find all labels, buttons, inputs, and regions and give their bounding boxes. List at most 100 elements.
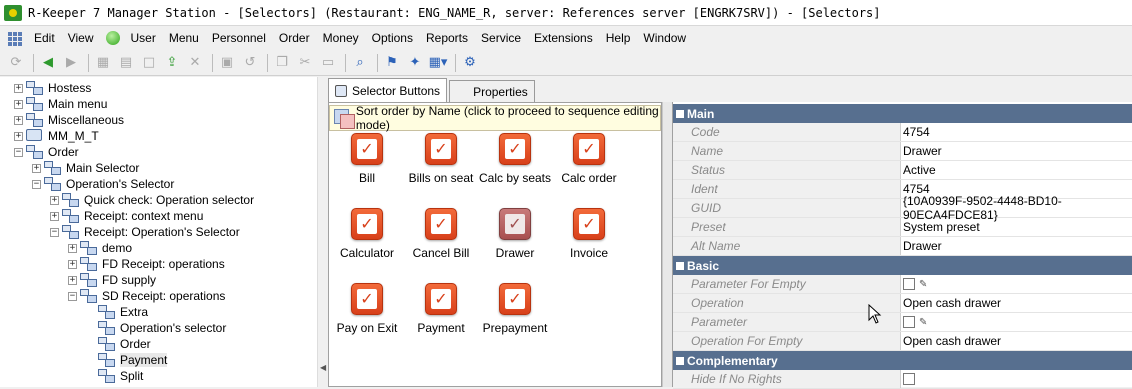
property-value-cell[interactable]: Open cash drawer bbox=[901, 332, 1132, 350]
property-row[interactable]: Preset System preset bbox=[673, 218, 1132, 237]
status-green-icon[interactable] bbox=[106, 31, 121, 45]
forward-icon[interactable]: ▶ bbox=[61, 53, 81, 73]
menu-personnel[interactable]: Personnel bbox=[212, 31, 266, 45]
delete-icon[interactable]: ✕ bbox=[185, 53, 205, 73]
property-value-cell[interactable]: 4754 bbox=[901, 123, 1132, 141]
menu-window[interactable]: Window bbox=[643, 31, 686, 45]
property-checkbox[interactable] bbox=[903, 278, 915, 290]
property-checkbox[interactable] bbox=[903, 373, 915, 385]
menu-service[interactable]: Service bbox=[481, 31, 521, 45]
property-value-cell[interactable]: Drawer bbox=[901, 237, 1132, 255]
tab-properties[interactable]: Properties bbox=[449, 80, 1132, 200]
selector-button[interactable]: ✓ Prepayment bbox=[477, 283, 553, 355]
menu-options[interactable]: Options bbox=[372, 31, 413, 45]
property-row[interactable]: Parameter ✎ bbox=[673, 313, 1132, 332]
tree-node[interactable]: + Main Selector bbox=[32, 160, 139, 176]
scroll-left-arrow-icon[interactable]: ◀ bbox=[320, 363, 326, 372]
menu-order[interactable]: Order bbox=[279, 31, 310, 45]
property-row[interactable]: Parameter For Empty ✎ bbox=[673, 275, 1132, 294]
section-basic[interactable]: Basic bbox=[673, 256, 1132, 275]
app-grid-icon[interactable] bbox=[6, 30, 24, 46]
property-value-cell[interactable]: System preset bbox=[901, 218, 1132, 236]
property-value-cell[interactable]: {10A0939F-9502-4448-BD10-90ECA4FDCE81} bbox=[901, 194, 1132, 222]
tree-node[interactable]: Extra bbox=[86, 304, 148, 320]
save-icon[interactable]: ▣ bbox=[217, 53, 237, 73]
expand-icon[interactable]: + bbox=[14, 131, 23, 141]
edit-pencil-icon[interactable]: ✎ bbox=[919, 279, 927, 290]
tools-icon[interactable]: ✦ bbox=[405, 53, 425, 73]
tree-node[interactable]: + demo bbox=[68, 240, 132, 256]
selector-button[interactable]: ✓ Calculator bbox=[329, 208, 405, 280]
tree-node[interactable]: + MM_M_T bbox=[14, 128, 99, 144]
property-row[interactable]: GUID {10A0939F-9502-4448-BD10-90ECA4FDCE8… bbox=[673, 194, 1132, 222]
section-complementary[interactable]: Complementary bbox=[673, 351, 1132, 370]
expand-icon[interactable]: + bbox=[50, 195, 59, 205]
selector-button[interactable]: ✓ Pay on Exit bbox=[329, 283, 405, 355]
menu-user[interactable]: User bbox=[130, 31, 155, 45]
property-value-cell[interactable] bbox=[901, 370, 1132, 388]
menu-menu[interactable]: Menu bbox=[169, 31, 199, 45]
paste-icon[interactable]: ▭ bbox=[318, 53, 338, 73]
property-row[interactable]: Operation For Empty Open cash drawer bbox=[673, 332, 1132, 351]
sort-order-bar[interactable]: Sort order by Name (click to proceed to … bbox=[329, 104, 661, 132]
property-value-cell[interactable]: Drawer bbox=[901, 142, 1132, 160]
tree-node[interactable]: + Quick check: Operation selector bbox=[50, 192, 254, 208]
selector-button[interactable]: ✓ Bills on seat bbox=[403, 133, 479, 205]
tree-node[interactable]: + FD Receipt: operations bbox=[68, 256, 225, 272]
undo-icon[interactable]: ↺ bbox=[240, 53, 260, 73]
property-value-cell[interactable]: Active bbox=[901, 161, 1132, 179]
tree-node[interactable]: − Operation's Selector bbox=[32, 176, 174, 192]
menu-edit[interactable]: Edit bbox=[34, 31, 55, 45]
property-value-cell[interactable]: ✎ bbox=[901, 275, 1132, 293]
property-row[interactable]: Code 4754 bbox=[673, 123, 1132, 142]
selector-button[interactable]: ✓ Cancel Bill bbox=[403, 208, 479, 280]
tree-node[interactable]: + Main menu bbox=[14, 96, 107, 112]
expand-icon[interactable]: + bbox=[50, 211, 59, 221]
property-row[interactable]: Name Drawer bbox=[673, 142, 1132, 161]
collapse-section-icon[interactable] bbox=[673, 104, 687, 123]
selector-button[interactable]: ✓ Invoice bbox=[551, 208, 627, 280]
new-icon[interactable]: □ bbox=[139, 53, 159, 73]
collapse-icon[interactable]: − bbox=[32, 179, 41, 189]
property-row[interactable]: Status Active bbox=[673, 161, 1132, 180]
expand-icon[interactable]: + bbox=[14, 99, 23, 109]
tree-node[interactable]: + Hostess bbox=[14, 80, 91, 96]
collapse-icon[interactable]: − bbox=[14, 147, 23, 157]
menu-help[interactable]: Help bbox=[606, 31, 631, 45]
tree-node[interactable]: − Order bbox=[14, 144, 79, 160]
menu-extensions[interactable]: Extensions bbox=[534, 31, 593, 45]
tree-node[interactable]: − Receipt: Operation's Selector bbox=[50, 224, 240, 240]
cut-icon[interactable]: ✂ bbox=[295, 53, 315, 73]
view-icon[interactable]: ▦▾ bbox=[428, 53, 448, 73]
expand-icon[interactable]: + bbox=[68, 259, 77, 269]
collapse-section-icon[interactable] bbox=[673, 256, 687, 275]
property-value-cell[interactable]: ✎ bbox=[901, 313, 1132, 331]
tree-node[interactable]: Operation's selector bbox=[86, 320, 226, 336]
collapse-section-icon[interactable] bbox=[673, 351, 687, 370]
expand-icon[interactable]: + bbox=[68, 275, 77, 285]
refresh-icon[interactable]: ⟳ bbox=[6, 53, 26, 73]
selector-button[interactable]: ✓ Bill bbox=[329, 133, 405, 205]
buttons-panel-scrollbar[interactable] bbox=[662, 102, 672, 387]
menu-view[interactable]: View bbox=[68, 31, 94, 45]
expand-icon[interactable]: + bbox=[14, 115, 23, 125]
tree-node[interactable]: Split bbox=[86, 368, 143, 384]
collapse-icon[interactable]: − bbox=[50, 227, 59, 237]
edit-pencil-icon[interactable]: ✎ bbox=[919, 317, 927, 328]
collapse-icon[interactable]: − bbox=[68, 291, 77, 301]
property-value-cell[interactable]: Open cash drawer bbox=[901, 294, 1132, 312]
gear-icon[interactable]: ⚙ bbox=[460, 53, 480, 73]
selector-button[interactable]: ✓ Drawer bbox=[477, 208, 553, 280]
tree-node[interactable]: + FD supply bbox=[68, 272, 156, 288]
tree-node[interactable]: − SD Receipt: operations bbox=[68, 288, 225, 304]
grid-icon[interactable]: ▦ bbox=[93, 53, 113, 73]
tab-selector-buttons[interactable]: Selector Buttons bbox=[328, 78, 448, 102]
copy-icon[interactable]: ❐ bbox=[272, 53, 292, 73]
selector-button[interactable]: ✓ Payment bbox=[403, 283, 479, 355]
property-checkbox[interactable] bbox=[903, 316, 915, 328]
menu-money[interactable]: Money bbox=[323, 31, 359, 45]
expand-icon[interactable]: + bbox=[68, 243, 77, 253]
find-icon[interactable]: ⌕ bbox=[350, 53, 370, 73]
tree-scrollbar[interactable]: ◀ bbox=[317, 77, 327, 387]
property-row[interactable]: Hide If No Rights bbox=[673, 370, 1132, 389]
